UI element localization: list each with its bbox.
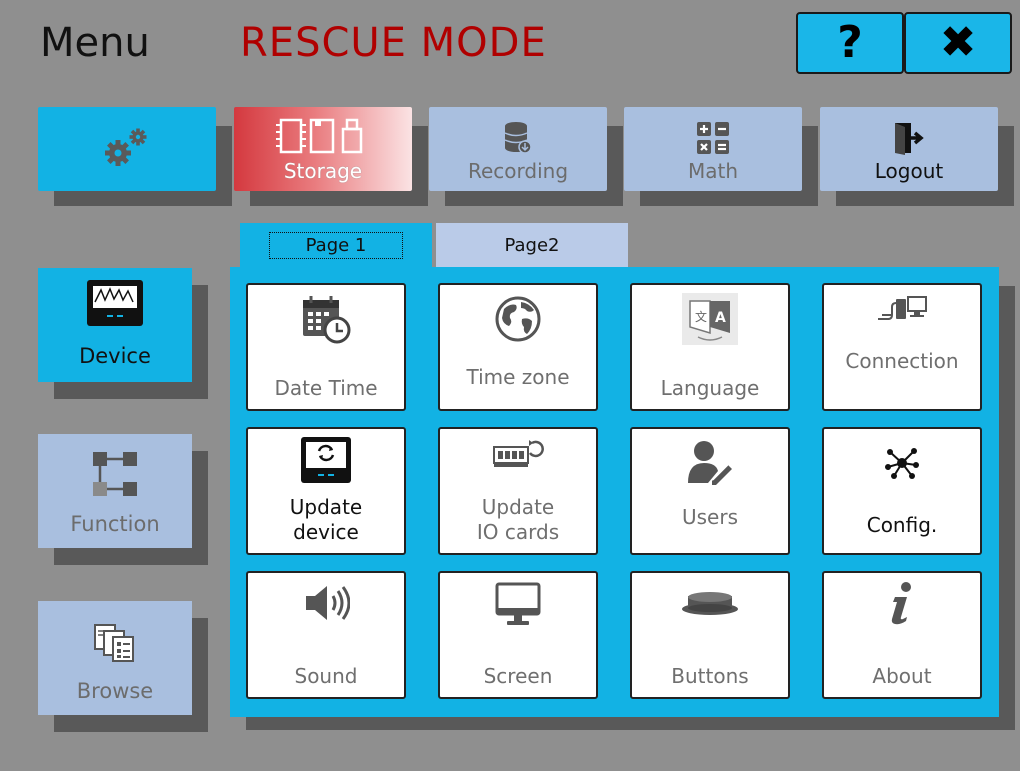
user-edit-icon (686, 435, 734, 491)
update-io-line-2: IO cards (476, 520, 560, 544)
math-tab[interactable]: Math (624, 107, 802, 191)
users-tile[interactable]: Users (630, 427, 790, 555)
speaker-icon (302, 579, 350, 627)
buttons-tile[interactable]: Buttons (630, 571, 790, 699)
date-time-label: Date Time (274, 376, 378, 400)
help-icon: ? (837, 17, 863, 68)
about-tile[interactable]: About (822, 571, 982, 699)
storage-label: Storage (283, 159, 363, 183)
tab-page-2[interactable]: Page2 (436, 223, 628, 267)
config-tile[interactable]: Config. (822, 427, 982, 555)
browse-tab[interactable]: Browse (38, 601, 192, 715)
function-tab[interactable]: Function (38, 434, 192, 548)
svg-text:A: A (715, 310, 726, 326)
menu-title: Menu (40, 20, 150, 66)
logout-icon (892, 121, 926, 155)
about-label: About (872, 664, 932, 688)
database-icon (503, 121, 533, 155)
calendar-clock-icon (301, 291, 351, 347)
close-icon: ✖ (939, 17, 977, 68)
calculator-icon (696, 121, 730, 155)
config-label: Config. (866, 513, 938, 537)
update-io-cards-label: Update IO cards (477, 495, 559, 545)
language-translate-icon: 文 A (682, 291, 738, 347)
rescue-mode-label: RESCUE MODE (240, 20, 547, 66)
update-device-icon (301, 435, 351, 485)
info-icon (887, 579, 917, 627)
update-device-line-1: Update (289, 495, 363, 519)
storage-tab[interactable]: Storage (234, 107, 412, 191)
device-tab[interactable]: Device (38, 268, 192, 382)
settings-tab[interactable] (38, 107, 216, 191)
update-device-tile[interactable]: Update device (246, 427, 406, 555)
language-label: Language (660, 376, 760, 400)
device-monitor-icon (87, 280, 143, 326)
language-tile[interactable]: 文 A Language (630, 283, 790, 411)
update-device-label: Update device (290, 495, 362, 545)
connection-label: Connection (845, 349, 959, 373)
time-zone-label: Time zone (466, 365, 570, 389)
close-button[interactable]: ✖ (904, 12, 1012, 74)
gears-icon (102, 127, 152, 167)
update-device-line-2: device (293, 520, 359, 544)
help-button[interactable]: ? (796, 12, 904, 74)
logout-tab[interactable]: Logout (820, 107, 998, 191)
buttons-label: Buttons (671, 664, 749, 688)
device-label: Device (79, 344, 151, 368)
sound-label: Sound (294, 664, 358, 688)
tab-page-1[interactable]: Page 1 (240, 223, 432, 267)
screen-tile[interactable]: Screen (438, 571, 598, 699)
io-card-refresh-icon (492, 435, 544, 475)
function-block-icon (91, 450, 139, 498)
screen-label: Screen (483, 664, 553, 688)
math-label: Math (687, 159, 739, 183)
tab-page-1-label: Page 1 (268, 231, 404, 259)
date-time-tile[interactable]: Date Time (246, 283, 406, 411)
network-nodes-icon (882, 435, 922, 491)
logout-label: Logout (874, 159, 944, 183)
sound-tile[interactable]: Sound (246, 571, 406, 699)
push-button-icon (680, 579, 740, 627)
browse-label: Browse (76, 679, 154, 703)
update-io-line-1: Update (481, 495, 555, 519)
tab-page-2-label: Page2 (504, 234, 560, 256)
update-io-cards-tile[interactable]: Update IO cards (438, 427, 598, 555)
connection-icon (874, 291, 930, 331)
globe-icon (494, 291, 542, 347)
browse-pages-icon (93, 623, 137, 663)
svg-text:文: 文 (695, 309, 707, 324)
connection-tile[interactable]: Connection (822, 283, 982, 411)
recording-tab[interactable]: Recording (429, 107, 607, 191)
monitor-icon (495, 579, 541, 631)
function-label: Function (70, 512, 160, 536)
recording-label: Recording (467, 159, 569, 183)
time-zone-tile[interactable]: Time zone (438, 283, 598, 411)
users-label: Users (681, 505, 738, 529)
storage-icon (275, 117, 371, 155)
